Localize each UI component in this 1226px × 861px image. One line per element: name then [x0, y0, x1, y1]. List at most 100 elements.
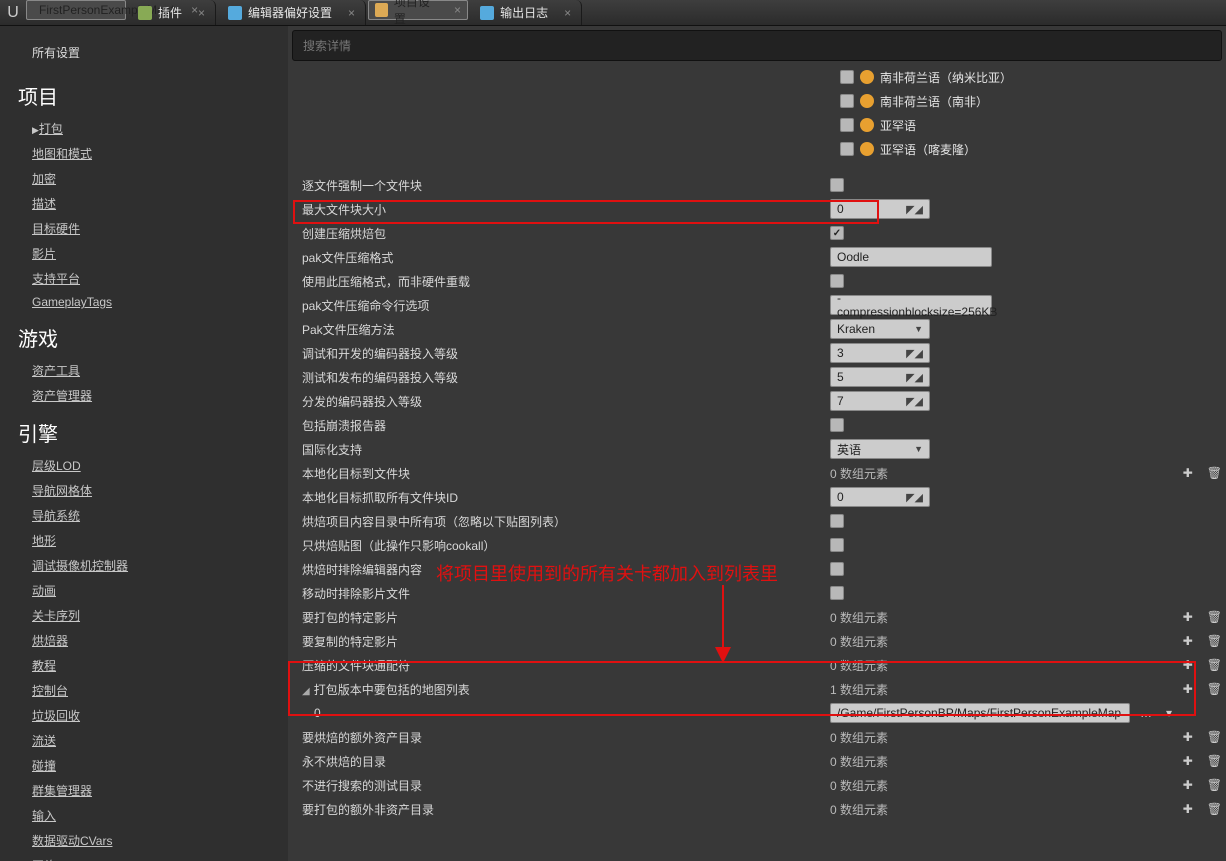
sidebar-item[interactable]: 资产工具 — [32, 358, 270, 383]
text-input[interactable]: Oodle — [830, 247, 992, 267]
checkbox[interactable] — [830, 514, 844, 528]
text-input[interactable]: -compressionblocksize=256KB — [830, 295, 992, 315]
sidebar-item[interactable]: 层级LOD — [32, 453, 270, 478]
setting-label: 要打包的特定影片 — [288, 609, 828, 626]
setting-row: 分发的编码器投入等级7◤◢ — [288, 389, 1226, 413]
expand-icon[interactable]: ◢ — [302, 686, 310, 697]
path-input[interactable]: /Game/FirstPersonBP/Maps/FirstPersonExam… — [830, 703, 1130, 723]
array-count: 0 数组元素 — [830, 801, 888, 818]
number-input[interactable]: 7◤◢ — [830, 391, 930, 411]
checkbox[interactable] — [830, 586, 844, 600]
setting-label: 包括崩溃报告器 — [288, 417, 828, 434]
delete-icon[interactable]: 🗑 — [1203, 778, 1226, 792]
add-icon[interactable]: ✚ — [1179, 730, 1197, 744]
sidebar-item[interactable]: 关卡序列 — [32, 603, 270, 628]
sidebar-item[interactable]: 烘焙器 — [32, 628, 270, 653]
delete-icon[interactable]: 🗑 — [1203, 730, 1226, 744]
sidebar-item[interactable]: 数据驱动CVars — [32, 828, 270, 853]
add-icon[interactable]: ✚ — [1179, 802, 1197, 816]
setting-label: 分发的编码器投入等级 — [288, 393, 828, 410]
delete-icon[interactable]: 🗑 — [1203, 682, 1226, 696]
sidebar-item[interactable]: 支持平台 — [32, 266, 270, 291]
select-dropdown[interactable]: Kraken▼ — [830, 319, 930, 339]
sidebar-item[interactable]: 地形 — [32, 528, 270, 553]
add-icon[interactable]: ✚ — [1179, 754, 1197, 768]
close-icon[interactable]: × — [564, 6, 571, 20]
lang-dot-icon — [860, 94, 874, 108]
sidebar-item[interactable]: 碰撞 — [32, 753, 270, 778]
lang-checkbox[interactable] — [840, 94, 854, 108]
add-icon[interactable]: ✚ — [1179, 634, 1197, 648]
sidebar-item[interactable]: 资产管理器 — [32, 383, 270, 408]
checkbox[interactable] — [830, 418, 844, 432]
sidebar-item[interactable]: 导航网格体 — [32, 478, 270, 503]
sidebar-all-settings[interactable]: 所有设置 — [18, 34, 270, 71]
add-icon[interactable]: ✚ — [1179, 682, 1197, 696]
sidebar-item[interactable]: 地图和模式 — [32, 141, 270, 166]
browse-icon[interactable]: … — [1136, 706, 1156, 720]
sidebar-item[interactable]: 加密 — [32, 166, 270, 191]
delete-icon[interactable]: 🗑 — [1203, 754, 1226, 768]
close-icon[interactable]: × — [348, 6, 355, 20]
checkbox[interactable] — [830, 178, 844, 192]
number-input[interactable]: 3◤◢ — [830, 343, 930, 363]
setting-row: 国际化支持英语▼ — [288, 437, 1226, 461]
delete-icon[interactable]: 🗑 — [1203, 634, 1226, 648]
sidebar-item[interactable]: 动画 — [32, 578, 270, 603]
sidebar-item[interactable]: 影片 — [32, 241, 270, 266]
sidebar-item[interactable]: 打包 — [32, 116, 270, 141]
lang-label: 南非荷兰语（南非） — [880, 93, 988, 110]
sidebar-item[interactable]: 控制台 — [32, 678, 270, 703]
lang-dot-icon — [860, 142, 874, 156]
number-input[interactable]: 0◤◢ — [830, 487, 930, 507]
close-icon[interactable]: × — [198, 6, 205, 20]
delete-icon[interactable]: 🗑 — [1203, 610, 1226, 624]
dropdown-icon[interactable]: ▾ — [1162, 706, 1176, 720]
setting-label: 国际化支持 — [288, 441, 828, 458]
add-icon[interactable]: ✚ — [1179, 658, 1197, 672]
tab-0[interactable]: FirstPersonExampleMap*× — [26, 0, 126, 20]
lang-checkbox[interactable] — [840, 70, 854, 84]
number-input[interactable]: 5◤◢ — [830, 367, 930, 387]
number-input[interactable]: 0◤◢ — [830, 199, 930, 219]
sidebar-item[interactable]: 导航系统 — [32, 503, 270, 528]
checkbox[interactable] — [830, 562, 844, 576]
checkbox[interactable] — [830, 274, 844, 288]
setting-label: 测试和发布的编码器投入等级 — [288, 369, 828, 386]
add-icon[interactable]: ✚ — [1179, 610, 1197, 624]
delete-icon[interactable]: 🗑 — [1203, 802, 1226, 816]
select-dropdown[interactable]: 英语▼ — [830, 439, 930, 459]
sidebar-item[interactable]: 调试摄像机控制器 — [32, 553, 270, 578]
sidebar-item[interactable]: 教程 — [32, 653, 270, 678]
setting-row: Pak文件压缩方法Kraken▼ — [288, 317, 1226, 341]
delete-icon[interactable]: 🗑 — [1203, 466, 1226, 480]
setting-row: 调试和开发的编码器投入等级3◤◢ — [288, 341, 1226, 365]
add-icon[interactable]: ✚ — [1179, 778, 1197, 792]
sidebar-item[interactable]: 网络 — [32, 853, 270, 861]
add-icon[interactable]: ✚ — [1179, 466, 1197, 480]
search-input[interactable]: 搜索详情 — [292, 30, 1222, 61]
tab-3[interactable]: 项目设置× — [368, 0, 468, 20]
lang-checkbox[interactable] — [840, 118, 854, 132]
sidebar-item[interactable]: 垃圾回收 — [32, 703, 270, 728]
checkbox[interactable] — [830, 226, 844, 240]
tab-label: 编辑器偏好设置 — [248, 4, 332, 21]
sidebar-item[interactable]: 群集管理器 — [32, 778, 270, 803]
array-count: 1 数组元素 — [830, 681, 888, 698]
lang-checkbox[interactable] — [840, 142, 854, 156]
tab-2[interactable]: 编辑器偏好设置 × — [218, 0, 366, 25]
sidebar-item[interactable]: 流送 — [32, 728, 270, 753]
sidebar-item[interactable]: 目标硬件 — [32, 216, 270, 241]
setting-label: 要打包的额外非资产目录 — [288, 801, 828, 818]
tab-1[interactable]: 插件× — [128, 0, 216, 25]
sidebar-item[interactable]: GameplayTags — [32, 291, 270, 313]
close-icon[interactable]: × — [454, 3, 461, 17]
setting-row: 烘焙项目内容目录中所有项（忽略以下贴图列表） — [288, 509, 1226, 533]
checkbox[interactable] — [830, 538, 844, 552]
tab-4[interactable]: 输出日志× — [470, 0, 582, 25]
sidebar-item[interactable]: 输入 — [32, 803, 270, 828]
setting-row: 不进行搜索的测试目录0 数组元素✚🗑 — [288, 773, 1226, 797]
tab-icon — [228, 6, 242, 20]
delete-icon[interactable]: 🗑 — [1203, 658, 1226, 672]
sidebar-item[interactable]: 描述 — [32, 191, 270, 216]
